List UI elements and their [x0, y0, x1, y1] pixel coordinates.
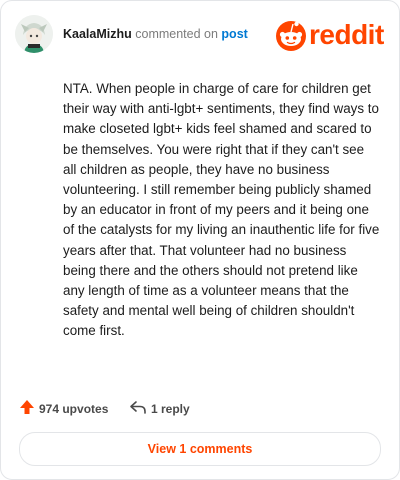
comment-body: NTA. When people in charge of care for c… — [63, 81, 380, 339]
comment-byline: KaalaMizhu commented on post — [63, 27, 248, 41]
username-link[interactable]: KaalaMizhu — [63, 27, 132, 41]
reply-button[interactable]: 1 reply — [129, 399, 190, 418]
avatar-image — [15, 15, 53, 53]
upvote-count: 974 upvotes — [39, 401, 109, 416]
reply-arrow-icon — [129, 399, 147, 418]
reply-count: 1 reply — [151, 401, 190, 416]
user-avatar[interactable] — [15, 15, 53, 53]
comment-header: KaalaMizhu commented on post reddit — [15, 15, 385, 55]
comment-actions: 974 upvotes 1 reply — [19, 399, 381, 419]
post-link[interactable]: post — [221, 27, 247, 41]
arrow-up-icon — [19, 399, 35, 418]
reddit-logo[interactable]: reddit — [275, 18, 385, 52]
reddit-wordmark: reddit — [309, 19, 384, 50]
upvote-button[interactable]: 974 upvotes — [19, 399, 108, 418]
action-text: commented on — [135, 27, 218, 41]
comment-card: KaalaMizhu commented on post reddit NTA.… — [0, 0, 400, 480]
view-comments-button[interactable]: View 1 comments — [19, 432, 381, 466]
